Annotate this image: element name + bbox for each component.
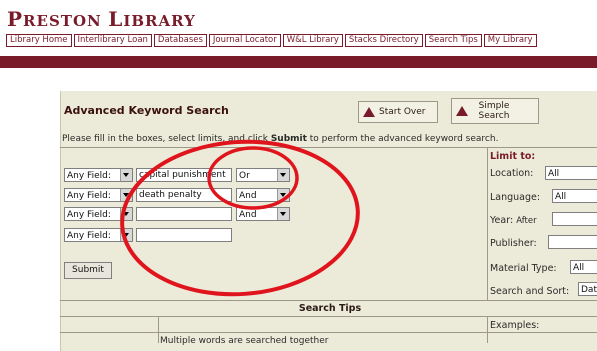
top-nav: Library Home Interlibrary Loan Databases…	[6, 34, 537, 47]
chevron-down-icon	[277, 208, 289, 220]
location-select[interactable]: All	[545, 166, 597, 180]
logo-p: P	[7, 7, 24, 31]
term-input-1[interactable]: capital punishment	[136, 168, 232, 182]
field-select-3[interactable]: Any Field:	[64, 207, 133, 221]
start-over-icon	[363, 107, 375, 117]
nav-my-library[interactable]: My Library	[483, 34, 537, 47]
nav-library-home[interactable]: Library Home	[6, 34, 72, 47]
operator-select-2[interactable]: And	[236, 188, 290, 202]
sort-label: Search and Sort:	[490, 286, 570, 297]
simple-search-icon	[456, 106, 468, 116]
nav-search-tips[interactable]: Search Tips	[424, 34, 482, 47]
sort-select[interactable]: Dat	[578, 282, 597, 296]
language-select[interactable]: All	[552, 189, 597, 203]
limit-title: Limit to:	[490, 151, 536, 162]
publisher-label: Publisher:	[490, 238, 537, 249]
nav-databases[interactable]: Databases	[153, 34, 207, 47]
term-input-3[interactable]	[136, 207, 232, 221]
material-type-select[interactable]: All	[570, 260, 597, 274]
field-select-2[interactable]: Any Field:	[64, 188, 133, 202]
publisher-input[interactable]	[548, 235, 597, 249]
operator-select-1[interactable]: Or	[236, 168, 290, 182]
site-logo[interactable]: PRESTON LIBRARY	[7, 7, 196, 31]
location-label: Location:	[490, 168, 534, 179]
nav-interlibrary-loan[interactable]: Interlibrary Loan	[73, 34, 152, 47]
operator-select-3[interactable]: And	[236, 207, 290, 221]
nav-stacks-directory[interactable]: Stacks Directory	[344, 34, 423, 47]
year-label: Year: After	[490, 215, 537, 226]
chevron-down-icon	[120, 229, 132, 241]
material-type-label: Material Type:	[490, 263, 557, 274]
start-over-label: Start Over	[379, 107, 426, 117]
divider	[60, 332, 597, 333]
logo-reston: RESTON	[23, 12, 102, 30]
tips-divider	[487, 316, 488, 343]
chevron-down-icon	[120, 189, 132, 201]
logo-l: L	[108, 7, 124, 31]
chevron-down-icon	[120, 208, 132, 220]
chevron-down-icon	[277, 189, 289, 201]
term-input-4[interactable]	[136, 228, 232, 242]
year-input[interactable]	[552, 212, 597, 226]
page-title: Advanced Keyword Search	[64, 104, 229, 117]
tips-text: Multiple words are searched together	[160, 336, 329, 346]
divider	[60, 300, 597, 301]
language-label: Language:	[490, 192, 541, 203]
instructions: Please fill in the boxes, select limits,…	[62, 134, 499, 144]
header-bar	[0, 56, 597, 68]
search-tips-title: Search Tips	[298, 303, 362, 314]
chevron-down-icon	[120, 169, 132, 181]
limit-divider	[487, 147, 488, 301]
term-input-2[interactable]: death penalty	[136, 188, 232, 202]
submit-button[interactable]: Submit	[64, 262, 112, 279]
simple-search-label: Simple Search	[478, 101, 510, 121]
nav-journal-locator[interactable]: Journal Locator	[208, 34, 281, 47]
field-select-4[interactable]: Any Field:	[64, 228, 133, 242]
simple-search-button[interactable]: Simple Search	[451, 98, 539, 124]
start-over-button[interactable]: Start Over	[358, 101, 438, 123]
tips-divider	[158, 316, 159, 343]
logo-ibrary: IBRARY	[123, 12, 196, 30]
nav-wl-library[interactable]: W&L Library	[282, 34, 343, 47]
field-select-1[interactable]: Any Field:	[64, 168, 133, 182]
divider	[60, 147, 597, 148]
chevron-down-icon	[277, 169, 289, 181]
examples-label: Examples:	[490, 320, 540, 331]
